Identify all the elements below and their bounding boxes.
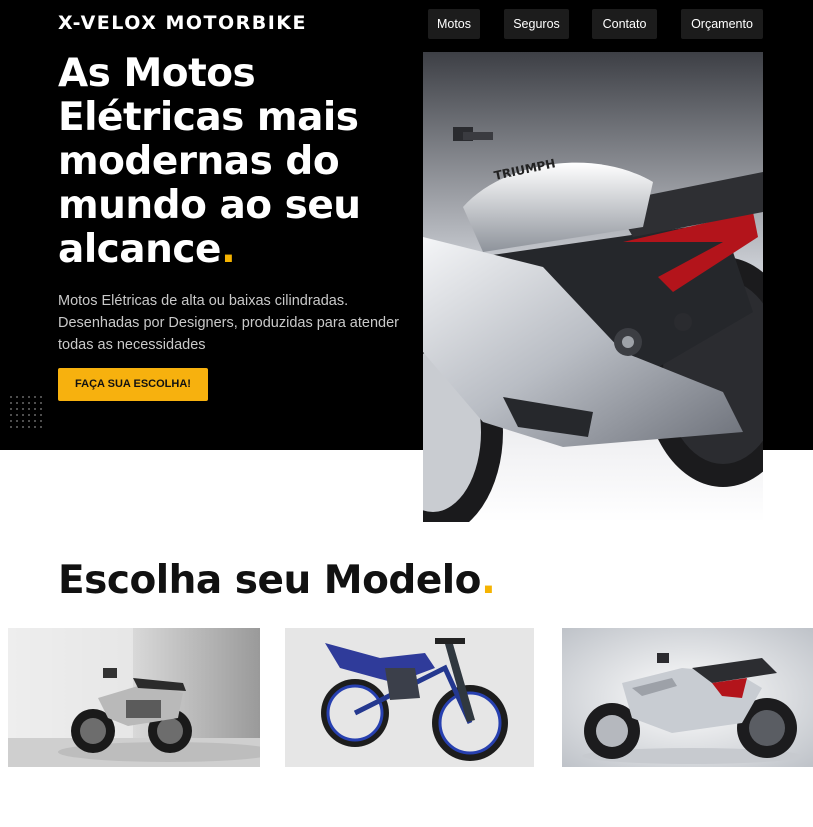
model-card-3[interactable] xyxy=(562,628,813,767)
choose-cta-button[interactable]: FAÇA SUA ESCOLHA! xyxy=(58,368,208,401)
nav-contato[interactable]: Contato xyxy=(592,9,657,39)
hero-headline-text: As Motos Elétricas mais modernas do mund… xyxy=(58,51,361,272)
model-card-2[interactable] xyxy=(285,628,534,767)
nav-motos[interactable]: Motos xyxy=(428,9,480,39)
hero-motorcycle-image: TRIUMPH xyxy=(423,52,763,522)
hero-headline: As Motos Elétricas mais modernas do mund… xyxy=(58,52,418,272)
nav-orcamento[interactable]: Orçamento xyxy=(681,9,763,39)
models-title-text: Escolha seu Modelo xyxy=(58,558,481,603)
hero-subtitle: Motos Elétricas de alta ou baixas cilind… xyxy=(58,293,399,353)
model-card-1[interactable] xyxy=(8,628,260,767)
models-section-title: Escolha seu Modelo. xyxy=(58,558,496,603)
hero-headline-dot: . xyxy=(220,227,236,272)
nav-seguros[interactable]: Seguros xyxy=(504,9,569,39)
models-title-dot: . xyxy=(480,558,496,603)
logo[interactable]: X-VELOX MOTORBIKE xyxy=(58,12,307,34)
dots-decoration xyxy=(8,394,42,428)
